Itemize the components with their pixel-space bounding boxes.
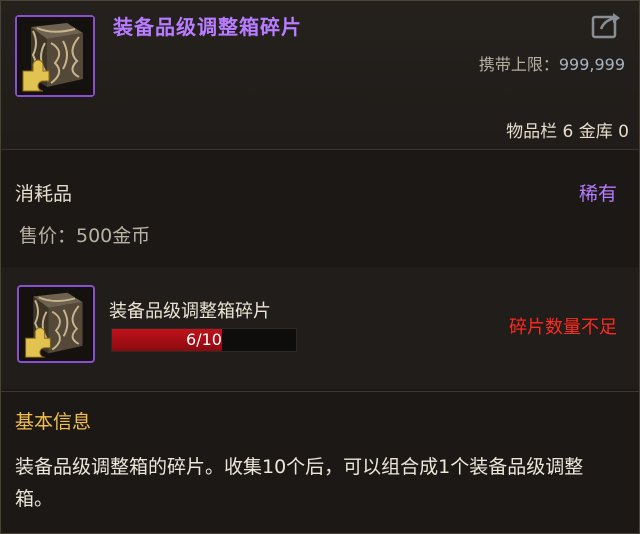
inventory-count: 6: [562, 122, 574, 142]
divider: [1, 149, 639, 150]
fragment-progress-bar: 6/10: [111, 328, 297, 352]
fragment-status: 碎片数量不足: [509, 317, 617, 338]
item-type: 消耗品: [15, 183, 73, 205]
divider: [1, 391, 639, 392]
fragment-progress-text: 6/10: [186, 330, 222, 349]
item-rarity: 稀有: [578, 183, 617, 205]
carry-limit-label: 携带上限：: [478, 55, 559, 74]
fragment-box-icon: [17, 285, 95, 363]
item-name: 装备品级调整箱碎片: [113, 15, 302, 39]
inventory-counts: 物品栏 6 金库 0: [506, 117, 629, 142]
share-export-icon[interactable]: [591, 11, 621, 39]
item-tooltip: 装备品级调整箱碎片 携带上限：999,999 物品栏 6 金库 0 消耗品 稀有…: [0, 0, 640, 534]
inventory-label: 物品栏: [506, 122, 558, 142]
basic-info-description: 装备品级调整箱的碎片。收集10个后，可以组合成1个装备品级调整箱。: [15, 456, 584, 510]
fragment-name: 装备品级调整箱碎片: [109, 301, 271, 322]
carry-limit-value: 999,999: [558, 55, 625, 74]
tooltip-header: 装备品级调整箱碎片 携带上限：999,999 物品栏 6 金库 0: [1, 1, 639, 149]
storage-count: 0: [618, 122, 629, 142]
item-price: 售价：500金币: [19, 225, 151, 247]
storage-label: 金库: [578, 122, 613, 142]
ornate-box-fragment-icon: [15, 15, 95, 97]
carry-limit: 携带上限：999,999: [479, 51, 625, 75]
basic-info-title: 基本信息: [15, 411, 92, 433]
